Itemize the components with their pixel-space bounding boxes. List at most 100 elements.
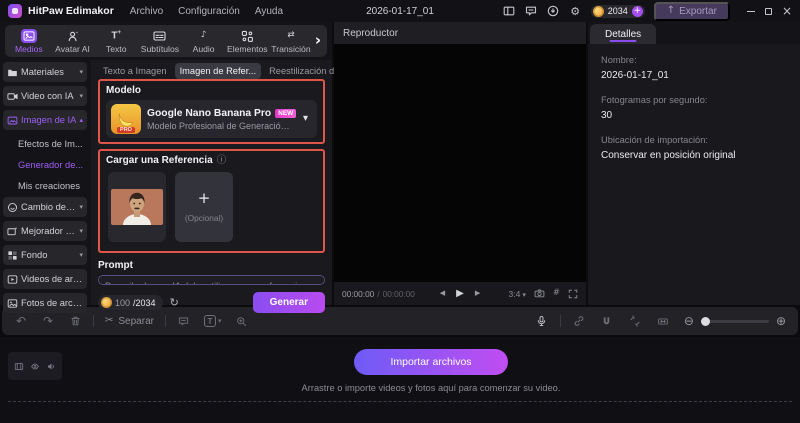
model-texts: Google Nano Banana Pro NEW Modelo Profes… <box>147 107 297 131</box>
sidebar-item-video-con-ia[interactable]: Video con IA ▾ <box>3 86 87 106</box>
generator-tabs: Texto a Imagen Imagen de Refer... Reesti… <box>98 63 350 79</box>
active-tab-underline <box>609 40 637 42</box>
layout-icon[interactable] <box>503 5 516 18</box>
zoom-out-button[interactable]: ⊖ <box>684 315 694 327</box>
sidebar-subitem-efectos[interactable]: Efectos de Im... <box>3 134 87 153</box>
comment-icon[interactable] <box>177 314 191 328</box>
tab-elementos[interactable]: Elementos <box>225 29 269 54</box>
generate-button[interactable]: Generar <box>252 292 325 313</box>
caret-down-icon: ▾ <box>217 316 222 325</box>
magnet-snap-icon[interactable] <box>600 314 614 328</box>
sidebar-item-videos-de-archivo[interactable]: Videos de archivo <box>3 269 87 289</box>
tab-medios[interactable]: Medios <box>7 28 51 54</box>
add-reference-button[interactable]: + (Opcional) <box>175 172 233 242</box>
text-tool-button[interactable]: T ▾ <box>203 315 222 327</box>
import-files-button[interactable]: Importar archivos <box>354 349 508 375</box>
model-dropdown-caret[interactable]: ▾ <box>299 114 312 124</box>
media-body: Materiales ▾ Video con IA ▾ Imagen de IA… <box>0 60 350 313</box>
prompt-input[interactable] <box>98 275 325 285</box>
credits-total: /2034 <box>133 297 156 308</box>
sidebar-item-fondo[interactable]: Fondo ▾ <box>3 245 87 265</box>
menu-ayuda[interactable]: Ayuda <box>255 6 283 17</box>
tab-texto-a-imagen[interactable]: Texto a Imagen <box>98 63 172 79</box>
tab-detalles[interactable]: Detalles <box>590 24 657 44</box>
gear-icon[interactable]: ⚙ <box>569 5 582 18</box>
sidebar-item-materiales[interactable]: Materiales ▾ <box>3 62 87 82</box>
tab-imagen-de-referencia[interactable]: Imagen de Refer... <box>174 63 262 79</box>
aspect-ratio-select[interactable]: 3:4 ▾ <box>509 289 526 299</box>
download-icon[interactable] <box>547 5 560 18</box>
app-window: HitPaw Edimakor Archivo Configuración Ay… <box>0 0 800 423</box>
credits-used: 100 <box>115 297 131 308</box>
sidebar-subitem-mis-creaciones[interactable]: Mis creaciones <box>3 176 87 195</box>
model-name: Google Nano Banana Pro <box>147 107 272 119</box>
timeline-area: Importar archivos Arrastre o importe vid… <box>0 337 800 423</box>
tab-transicion[interactable]: ⇄ Transición <box>269 29 313 54</box>
grid-icon[interactable]: # <box>553 289 560 298</box>
sidebar-item-imagen-de-ia[interactable]: Imagen de IA ▴ <box>3 110 87 130</box>
menu-configuracion[interactable]: Configuración <box>178 6 240 17</box>
redo-button[interactable]: ↷ <box>41 314 55 328</box>
more-tabs-chevron[interactable]: › <box>313 32 325 50</box>
reference-thumbnails: + (Opcional) <box>106 172 317 242</box>
next-frame-button[interactable]: ▶ <box>475 290 480 297</box>
ai-video-icon <box>7 91 18 102</box>
previous-frame-button[interactable]: ◀ <box>440 290 445 297</box>
fullscreen-icon[interactable] <box>568 289 578 299</box>
transport-controls: ◀ ▶ ▶ <box>425 288 494 299</box>
reference-image-thumbnail[interactable] <box>108 172 166 242</box>
snapshot-icon[interactable] <box>534 288 545 299</box>
banana-model-icon: PRO <box>111 104 141 134</box>
window-controls: × <box>746 5 792 17</box>
tab-avatar-ai[interactable]: Avatar AI <box>51 29 95 54</box>
optional-label: (Opcional) <box>184 213 224 223</box>
track-thumbnail-icon[interactable] <box>14 362 24 371</box>
details-tabbar: Detalles <box>588 22 800 44</box>
coin-icon <box>592 5 604 17</box>
new-badge: NEW <box>275 108 297 118</box>
generator-footer: 100 /2034 ↻ Generar <box>98 292 325 313</box>
app-logo-icon <box>8 4 22 18</box>
maximize-button[interactable] <box>764 7 772 15</box>
track-visibility-icon[interactable] <box>30 362 40 371</box>
link-clips-icon[interactable] <box>572 314 586 328</box>
microphone-button[interactable] <box>535 314 549 328</box>
tab-texto[interactable]: T+ Texto <box>94 29 138 54</box>
sidebar-item-mejorador[interactable]: Mejorador d... ▾ <box>3 221 87 241</box>
add-coins-button[interactable]: + <box>631 5 643 17</box>
caret-down-icon: ▾ <box>79 226 83 235</box>
prompt-title: Prompt <box>98 260 133 271</box>
split-button[interactable]: ✂ Separar <box>105 316 154 327</box>
tab-audio[interactable]: ♪ Audio <box>182 29 226 54</box>
export-button[interactable]: ↑ Exportar <box>653 1 730 21</box>
feedback-icon[interactable] <box>525 5 538 18</box>
menu-archivo[interactable]: Archivo <box>130 6 163 17</box>
sidebar-item-fotos-de-archivo[interactable]: Fotos de archivo <box>3 293 87 313</box>
refresh-icon[interactable]: ↻ <box>170 297 179 308</box>
zoom-search-icon[interactable] <box>234 314 248 328</box>
fit-timeline-icon[interactable] <box>656 314 670 328</box>
play-button[interactable]: ▶ <box>456 288 464 299</box>
close-button[interactable]: × <box>782 5 792 17</box>
player-tools: 3:4 ▾ # <box>495 288 578 299</box>
model-selector[interactable]: PRO Google Nano Banana Pro NEW Modelo Pr… <box>106 100 317 138</box>
reference-section-title: Cargar una Referencia <box>106 155 213 166</box>
delete-button[interactable] <box>68 314 82 328</box>
media-dropzone[interactable]: Importar archivos Arrastre o importe vid… <box>70 341 792 401</box>
video-preview[interactable] <box>334 44 586 282</box>
info-icon[interactable]: ⓘ <box>217 156 227 166</box>
zoom-in-button[interactable]: ⊕ <box>776 315 786 327</box>
tab-subtitulos[interactable]: Subtítulos <box>138 29 182 54</box>
zoom-slider-knob[interactable] <box>700 316 710 326</box>
image-generator-panel: Texto a Imagen Imagen de Refer... Reesti… <box>91 60 350 313</box>
sidebar-item-cambio-de-rostro[interactable]: Cambio de ro... ▾ <box>3 197 87 217</box>
track-mute-icon[interactable] <box>46 362 56 371</box>
coin-balance[interactable]: 2034 + <box>590 4 645 18</box>
timeline-zoom-slider[interactable] <box>700 316 769 326</box>
minimize-button[interactable] <box>746 10 755 12</box>
sidebar-subitem-generador[interactable]: Generador de... <box>3 155 87 174</box>
unlink-clips-icon[interactable] <box>628 314 642 328</box>
credits-cost: 100 /2034 <box>98 295 163 310</box>
undo-button[interactable]: ↶ <box>14 314 28 328</box>
titlebar-right: ⚙ 2034 + ↑ Exportar × <box>503 1 792 21</box>
